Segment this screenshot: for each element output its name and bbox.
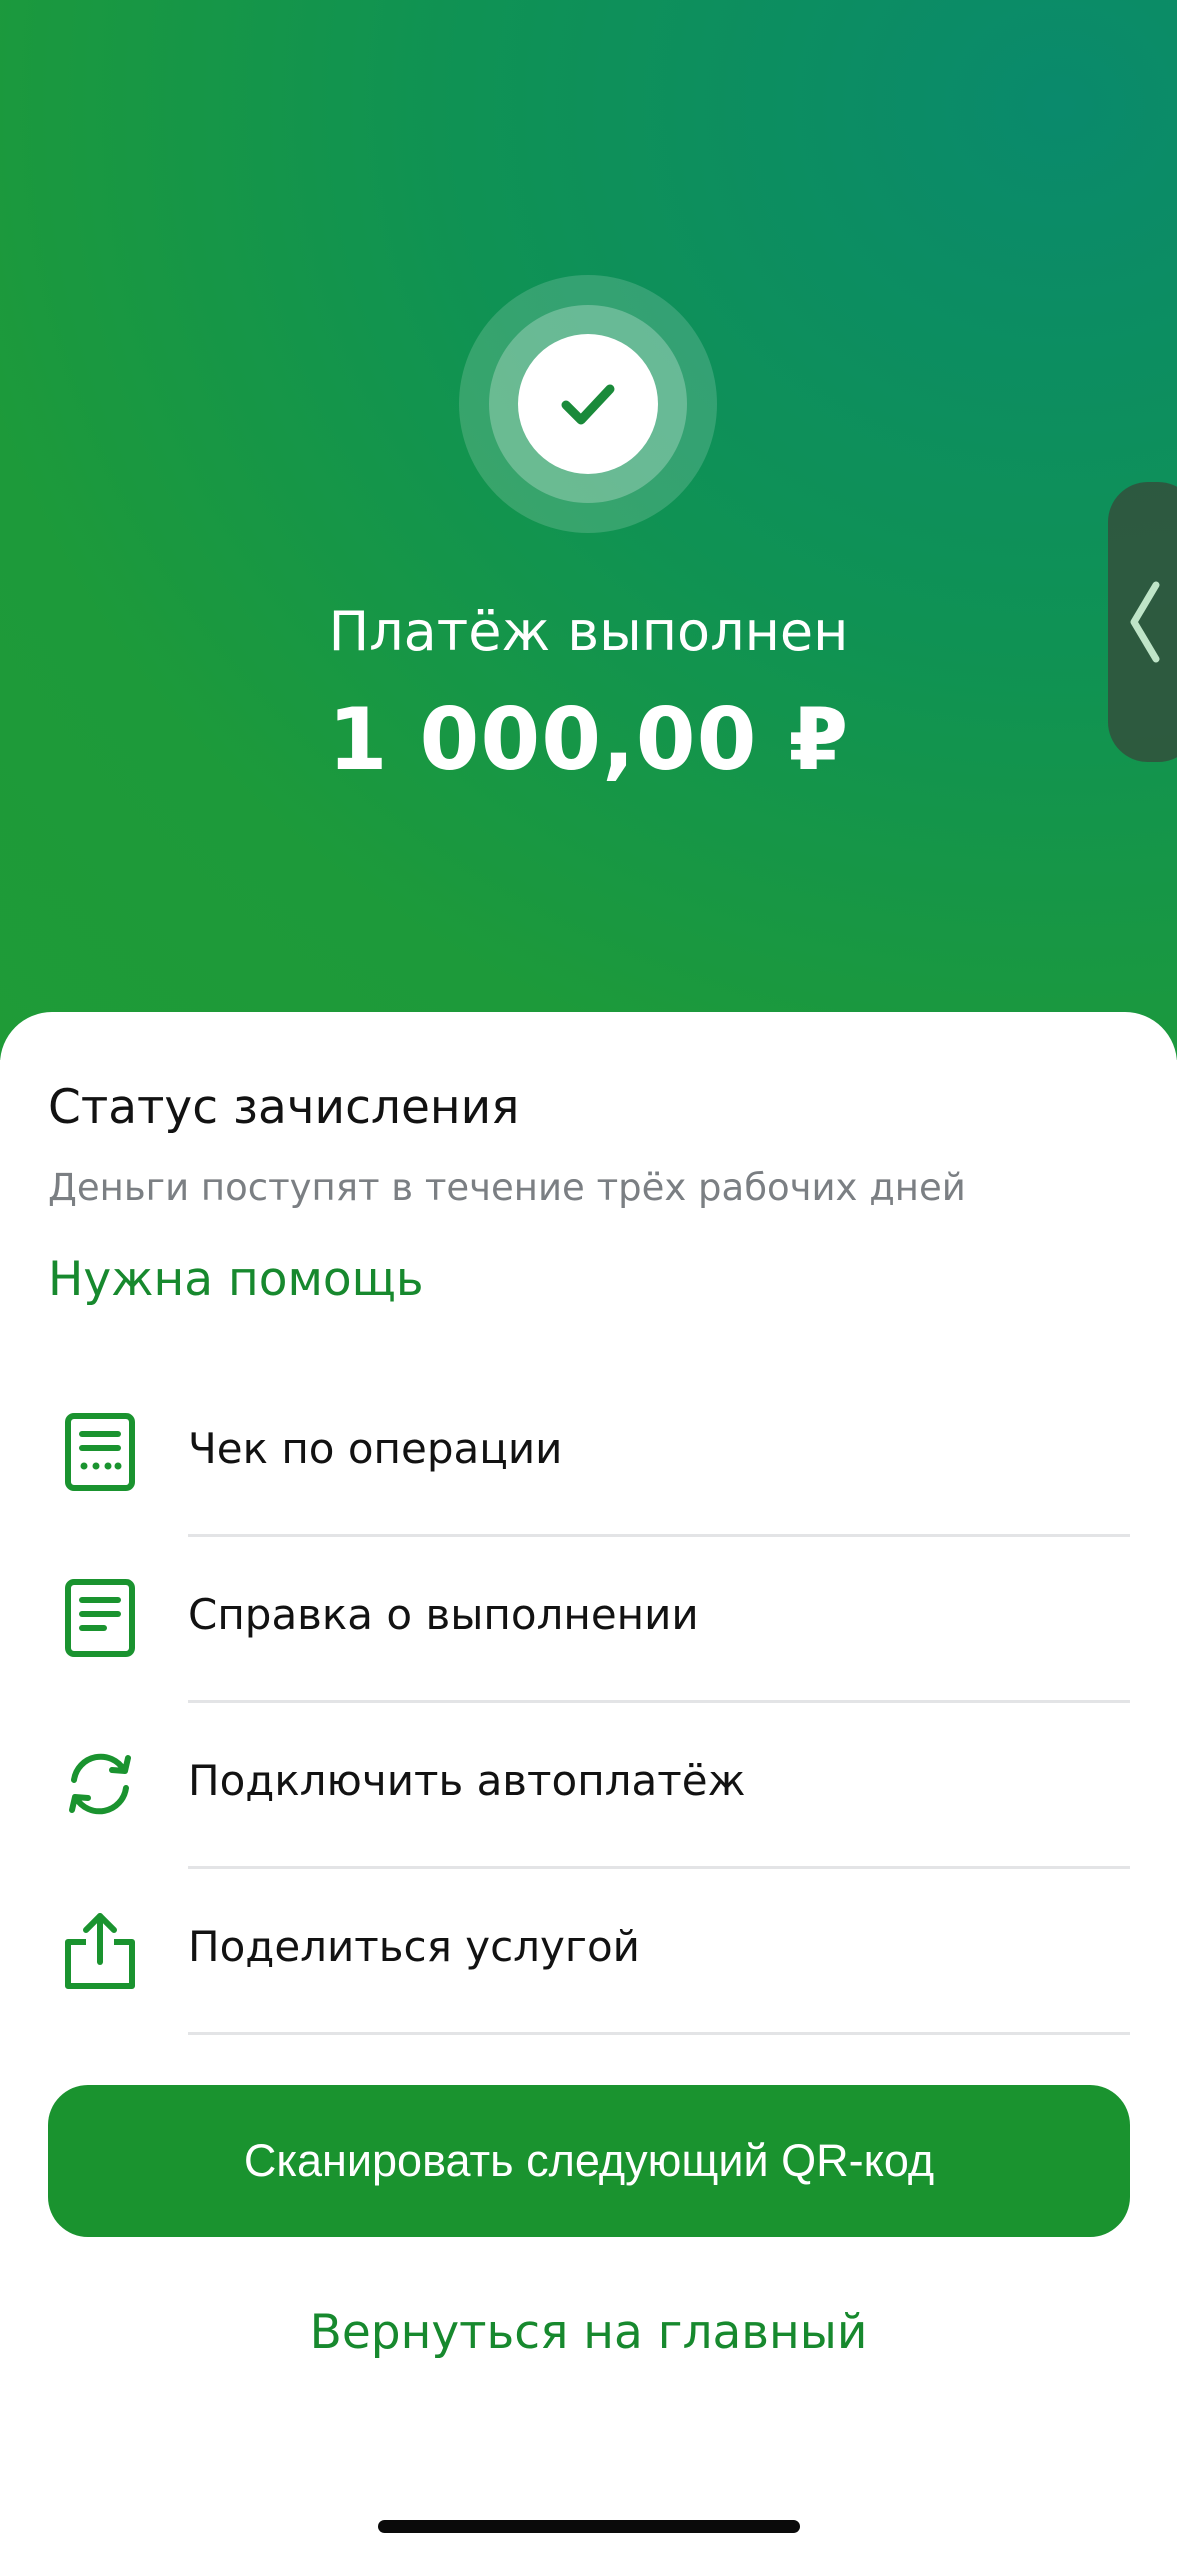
share-icon [58,1908,142,1992]
divider [188,1534,1130,1537]
action-share-label: Поделиться услугой [188,1922,640,1971]
receipt-icon [58,1410,142,1494]
need-help-link[interactable]: Нужна помощь [48,1252,424,1307]
action-share[interactable]: Поделиться услугой [0,1870,1177,2036]
action-certificate-label: Справка о выполнении [188,1590,699,1639]
credit-status-subtitle: Деньги поступят в течение трёх рабочих д… [48,1166,966,1209]
refresh-icon [58,1742,142,1826]
scan-next-qr-button[interactable]: Сканировать следующий QR-код [48,2085,1130,2237]
document-icon [58,1576,142,1660]
action-autopay-label: Подключить автоплатёж [188,1756,746,1805]
chevron-left-icon [1130,581,1160,663]
home-indicator[interactable] [378,2520,800,2533]
divider [188,1700,1130,1703]
action-receipt-label: Чек по операции [188,1424,563,1473]
action-certificate[interactable]: Справка о выполнении [0,1538,1177,1704]
credit-status-title: Статус зачисления [48,1080,520,1135]
payment-status-title: Платёж выполнен [328,600,849,663]
action-receipt[interactable]: Чек по операции [0,1372,1177,1538]
divider [188,2032,1130,2035]
check-icon [518,334,658,474]
success-header: Платёж выполнен 1 000,00 ₽ [0,0,1177,1060]
divider [188,1866,1130,1869]
payment-amount: 1 000,00 ₽ [327,690,850,790]
side-panel-tab[interactable] [1108,482,1177,762]
back-home-link[interactable]: Вернуться на главный [0,2305,1177,2360]
action-autopay[interactable]: Подключить автоплатёж [0,1704,1177,1870]
